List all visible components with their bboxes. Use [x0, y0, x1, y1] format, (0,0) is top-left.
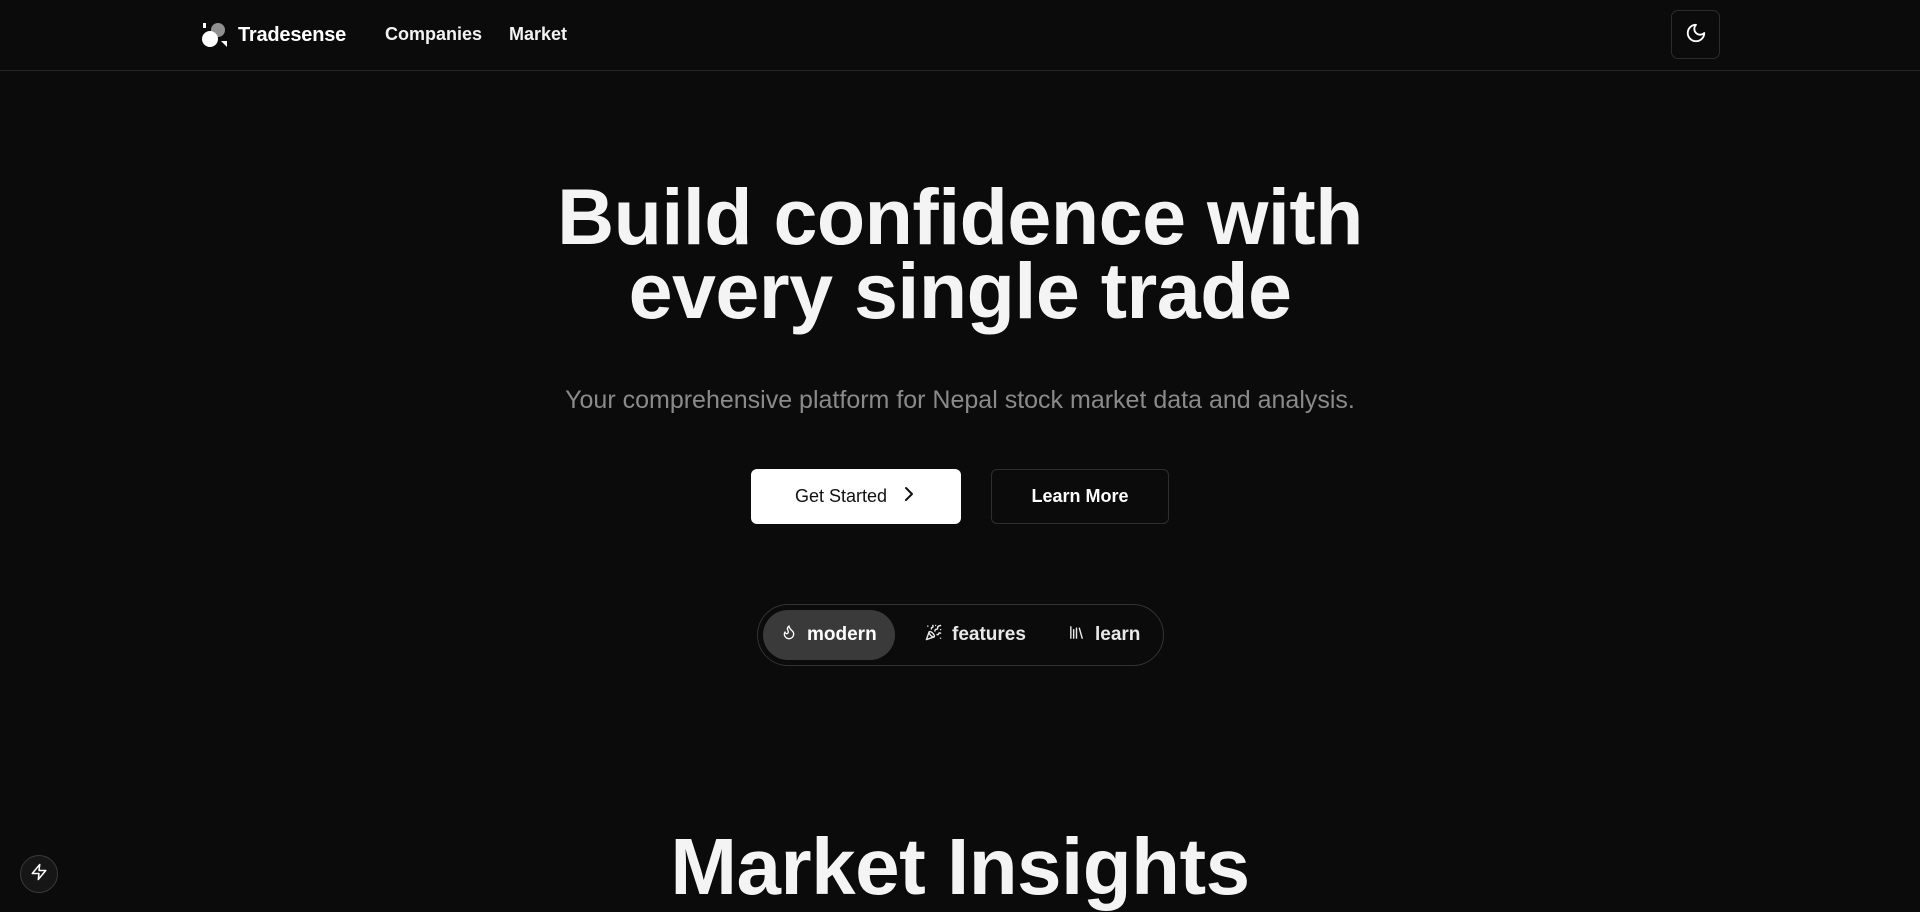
learn-more-button[interactable]: Learn More — [991, 469, 1169, 524]
get-started-button[interactable]: Get Started — [751, 469, 961, 524]
get-started-label: Get Started — [794, 486, 888, 506]
mode-tabs: modern features learn — [757, 604, 1164, 666]
brand-name: Tradesense — [238, 23, 347, 46]
tab-learn[interactable]: learn — [1050, 610, 1158, 660]
moon-icon — [1685, 22, 1707, 47]
library-icon — [1068, 624, 1085, 647]
chevron-right-icon — [901, 485, 917, 508]
tab-learn-label: learn — [1095, 624, 1141, 645]
section-title: Market Insights — [670, 822, 1250, 911]
theme-toggle-button[interactable] — [1671, 10, 1720, 59]
tab-features[interactable]: features — [907, 610, 1044, 660]
tab-features-label: features — [952, 624, 1026, 645]
brand-link[interactable]: Tradesense — [201, 20, 346, 50]
page: Tradesense Companies Market Build confid… — [0, 0, 1920, 912]
tab-modern[interactable]: modern — [763, 610, 895, 660]
hero-title: Build confidence with every single trade — [0, 172, 1920, 335]
tab-modern-label: modern — [807, 624, 877, 645]
hero-subtitle: Your comprehensive platform for Nepal st… — [565, 386, 1355, 414]
hero-title-line-2: every single trade — [628, 246, 1292, 335]
floating-action-button[interactable] — [20, 855, 58, 893]
top-navbar: Tradesense Companies Market — [0, 0, 1920, 71]
nav-market[interactable]: Market — [509, 24, 567, 45]
hero-title-line-1: Build confidence with — [557, 172, 1363, 261]
flame-icon — [781, 624, 797, 646]
lightning-icon — [30, 863, 48, 886]
nav-companies[interactable]: Companies — [385, 24, 482, 45]
brand-logo-icon — [201, 21, 229, 49]
party-popper-icon — [925, 624, 942, 647]
